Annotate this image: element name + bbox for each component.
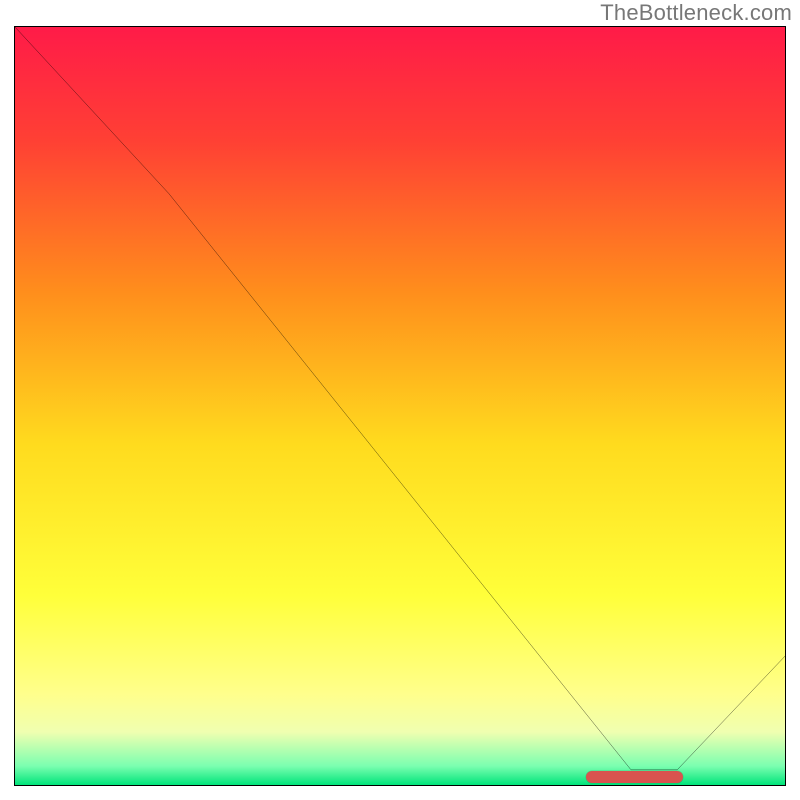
chart-plot-area: [14, 26, 786, 786]
chart-frame: TheBottleneck.com: [0, 0, 800, 800]
watermark-text: TheBottleneck.com: [600, 0, 792, 26]
chart-data-line: [15, 27, 785, 785]
optimal-range-marker: [586, 771, 683, 783]
